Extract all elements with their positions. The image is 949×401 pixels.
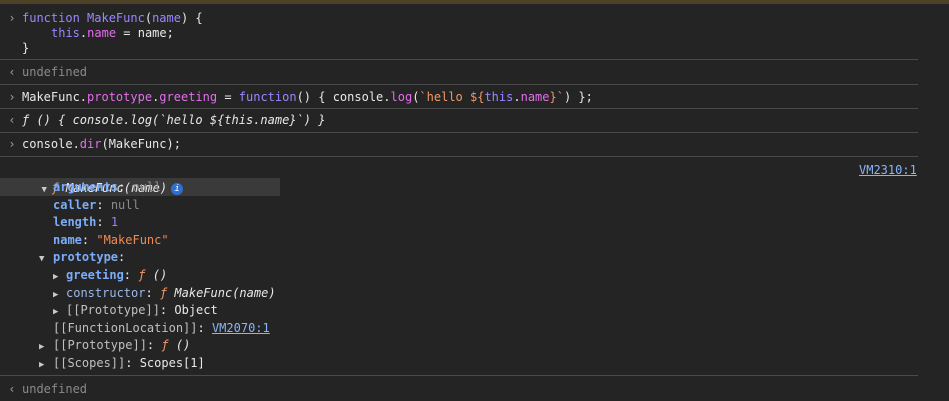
code-token: MakeFunc. bbox=[22, 90, 88, 104]
message-divider bbox=[0, 132, 918, 133]
code-token: log bbox=[390, 90, 413, 104]
code-token: this bbox=[51, 26, 80, 40]
property-key: constructor bbox=[66, 286, 146, 300]
console-input-line[interactable]: console.dir(MakeFunc); bbox=[22, 135, 181, 153]
code-token: `hello ${ bbox=[419, 90, 485, 104]
colon: : bbox=[146, 338, 162, 352]
code-token: function bbox=[238, 90, 297, 104]
message-divider bbox=[0, 375, 918, 376]
code-token: MakeFunc bbox=[87, 11, 145, 25]
property-row-arguments[interactable]: arguments: null bbox=[53, 178, 161, 196]
property-value: MakeFunc(name) bbox=[174, 286, 276, 300]
property-value: null bbox=[110, 198, 140, 212]
message-divider bbox=[0, 156, 918, 157]
property-row-constructor[interactable]: ▶ constructor: ƒ MakeFunc(name) bbox=[53, 284, 276, 302]
colon: : bbox=[118, 250, 126, 264]
code-token: . bbox=[513, 90, 521, 104]
property-row-function-location[interactable]: [[FunctionLocation]]: VM2070:1 bbox=[53, 319, 270, 337]
function-symbol: ƒ bbox=[159, 286, 168, 300]
code-token: ) }; bbox=[563, 90, 593, 104]
console-input-line[interactable]: MakeFunc.prototype. greeting = function()… bbox=[22, 88, 593, 106]
console-output-line: undefined bbox=[22, 382, 88, 396]
property-key: [[FunctionLocation]] bbox=[53, 321, 198, 335]
property-key: name bbox=[53, 233, 82, 247]
property-value: () bbox=[152, 268, 168, 282]
property-key: [[Scopes]] bbox=[53, 356, 126, 370]
function-location-link[interactable]: VM2070:1 bbox=[212, 321, 270, 335]
property-value: Scopes[1] bbox=[139, 356, 205, 370]
property-value: () bbox=[175, 338, 191, 352]
code-token: () { console. bbox=[296, 90, 391, 104]
property-key: prototype bbox=[53, 250, 119, 264]
colon: : bbox=[96, 198, 111, 212]
property-row-scopes[interactable]: ▶ [[Scopes]]: Scopes[1] bbox=[39, 354, 205, 372]
console-input-line[interactable]: } bbox=[22, 39, 29, 57]
output-prompt-icon: ‹ bbox=[8, 113, 16, 127]
colon: : bbox=[197, 321, 212, 335]
property-row-outer-prototype[interactable]: ▶ [[Prototype]]: ƒ () bbox=[39, 336, 190, 354]
code-token: name bbox=[87, 26, 117, 40]
function-symbol: ƒ bbox=[138, 268, 146, 282]
property-row-inner-prototype[interactable]: ▶ [[Prototype]]: Object bbox=[53, 301, 218, 319]
expand-triangle-icon[interactable]: ▼ bbox=[41, 181, 51, 199]
message-divider bbox=[0, 84, 918, 85]
property-key: [[Prototype]] bbox=[53, 338, 147, 352]
colon: : bbox=[96, 215, 111, 229]
property-value: "MakeFunc" bbox=[96, 233, 169, 247]
top-border bbox=[0, 0, 949, 4]
colon: : bbox=[145, 286, 160, 300]
property-key: arguments bbox=[53, 180, 119, 194]
code-token: name bbox=[520, 90, 550, 104]
message-divider bbox=[0, 108, 918, 109]
property-row-greeting[interactable]: ▶ greeting: ƒ () bbox=[53, 266, 167, 284]
property-value: null bbox=[132, 180, 162, 194]
colon: : bbox=[125, 356, 140, 370]
collapse-triangle-icon[interactable]: ▶ bbox=[39, 356, 49, 374]
message-divider bbox=[0, 59, 918, 60]
code-token: prototype bbox=[87, 90, 153, 104]
code-token: dir bbox=[79, 137, 102, 151]
property-row-prototype[interactable]: ▼ prototype: bbox=[39, 248, 125, 266]
info-icon[interactable]: i bbox=[171, 182, 184, 195]
input-prompt-icon: › bbox=[8, 137, 16, 151]
code-token: (MakeFunc); bbox=[101, 137, 181, 151]
code-token: name bbox=[152, 11, 181, 25]
property-row-length[interactable]: length: 1 bbox=[53, 213, 118, 231]
code-token: console. bbox=[22, 137, 80, 151]
input-prompt-icon: › bbox=[8, 90, 16, 104]
console-input-line[interactable]: this.name = name; bbox=[51, 24, 174, 42]
property-key: caller bbox=[53, 198, 97, 212]
property-row-name[interactable]: name: "MakeFunc" bbox=[53, 231, 169, 249]
code-token: = name; bbox=[116, 26, 174, 40]
code-token: ( bbox=[144, 11, 153, 25]
console-output-line: undefined bbox=[22, 65, 88, 79]
function-symbol: ƒ bbox=[161, 338, 169, 352]
property-row-caller[interactable]: caller: null bbox=[53, 196, 140, 214]
property-key: length bbox=[53, 215, 97, 229]
expand-triangle-icon[interactable]: ▼ bbox=[39, 250, 49, 268]
code-token: greeting bbox=[159, 90, 218, 104]
code-token: ) { bbox=[180, 11, 203, 25]
property-key: [[Prototype]] bbox=[66, 303, 160, 317]
property-value: 1 bbox=[110, 215, 119, 229]
colon: : bbox=[118, 180, 133, 194]
object-tree-root[interactable]: ▼ ƒ MakeFunc(name) i bbox=[27, 161, 184, 195]
property-value: Object bbox=[174, 303, 218, 317]
property-key: greeting bbox=[66, 268, 124, 282]
code-token: = bbox=[217, 90, 239, 104]
code-token: function bbox=[22, 11, 80, 25]
colon: : bbox=[159, 303, 175, 317]
code-token: this bbox=[484, 90, 514, 104]
source-link[interactable]: VM2310:1 bbox=[859, 161, 917, 179]
colon: : bbox=[81, 233, 97, 247]
console-output-function[interactable]: ƒ () { console.log(`hello ${this.name}`)… bbox=[22, 111, 325, 129]
input-prompt-icon: › bbox=[8, 11, 16, 25]
code-token: }` bbox=[549, 90, 564, 104]
output-prompt-icon: ‹ bbox=[8, 65, 16, 79]
colon: : bbox=[123, 268, 139, 282]
output-prompt-icon: ‹ bbox=[8, 382, 16, 396]
